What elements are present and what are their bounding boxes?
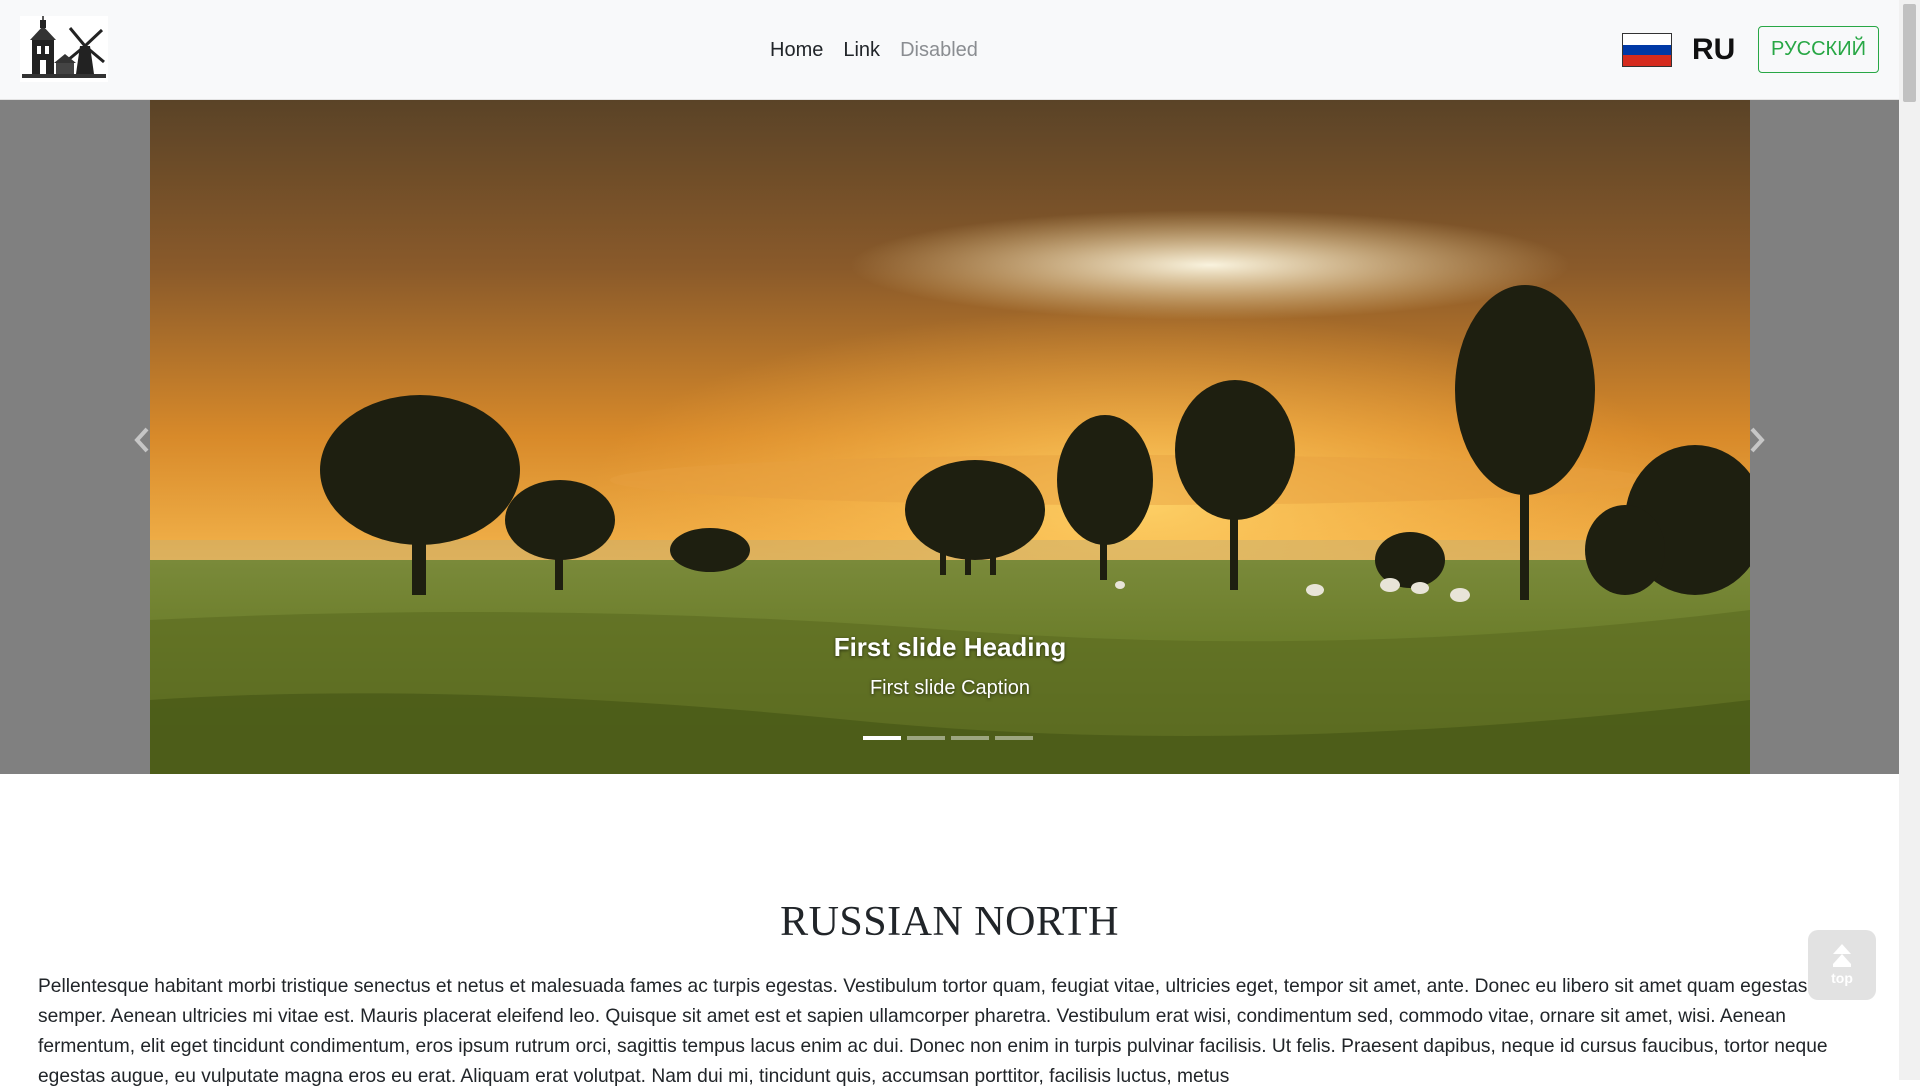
russia-flag-icon: [1622, 33, 1672, 67]
site-logo[interactable]: [20, 16, 108, 82]
carousel-indicators: [863, 736, 1033, 740]
carousel-indicator-1[interactable]: [863, 736, 901, 740]
back-to-top-label: top: [1831, 970, 1853, 986]
double-arrow-up-icon: [1833, 944, 1851, 967]
nav-disabled-link: Disabled: [900, 39, 978, 61]
carousel-indicator-2[interactable]: [907, 736, 945, 740]
language-switch-button[interactable]: РУССКИЙ: [1758, 26, 1879, 73]
carousel-next-button[interactable]: [1737, 420, 1777, 460]
chevron-right-icon: [1750, 427, 1765, 453]
section-title: RUSSIAN NORTH: [780, 899, 1119, 945]
language-code: RU: [1692, 33, 1736, 66]
page-scrollbar[interactable]: [1899, 0, 1920, 1080]
chevron-left-icon: [134, 427, 149, 453]
hero-carousel: First slide Heading First slide Caption: [0, 100, 1899, 774]
slide-heading: First slide Heading: [833, 632, 1067, 662]
carousel-prev-button[interactable]: [122, 420, 162, 460]
section-paragraph: Pellentesque habitant morbi tristique se…: [38, 976, 1828, 1087]
slide-caption: First slide Caption: [869, 677, 1031, 699]
carousel-indicator-3[interactable]: [951, 736, 989, 740]
main-nav: Home Link Disabled: [770, 36, 978, 64]
back-to-top-button[interactable]: top: [1808, 930, 1876, 1000]
carousel-slide-image: [150, 100, 1750, 774]
church-windmill-logo-icon: [20, 16, 108, 82]
scrollbar-thumb[interactable]: [1903, 4, 1916, 102]
nav-home-link[interactable]: Home: [770, 36, 823, 64]
nav-link-link[interactable]: Link: [843, 36, 880, 64]
navbar: Home Link Disabled RU РУССКИЙ: [0, 0, 1899, 100]
carousel-indicator-4[interactable]: [995, 736, 1033, 740]
